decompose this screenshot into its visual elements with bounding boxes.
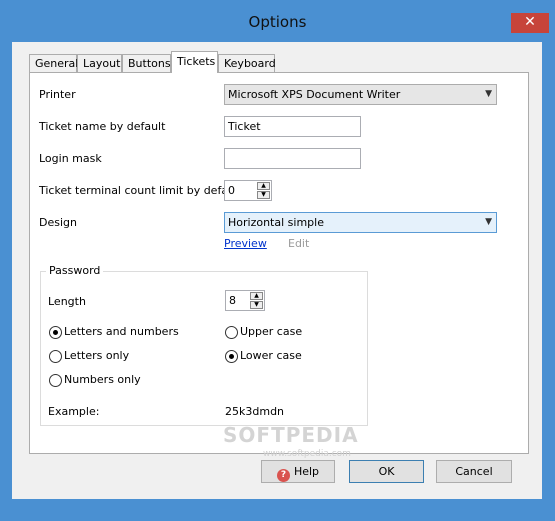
password-group: Password Length 8 ▲ ▼ Letters and number… (40, 264, 368, 426)
tab-keyboard[interactable]: Keyboard (218, 54, 276, 72)
length-stepper[interactable]: 8 ▲ ▼ (225, 290, 265, 311)
ticket-name-label: Ticket name by default (39, 120, 166, 133)
close-icon: ✕ (524, 14, 536, 30)
tab-label: Buttons (128, 57, 171, 70)
design-select[interactable]: Horizontal simple ▼ (224, 212, 497, 233)
radio-indicator (225, 350, 238, 363)
help-button-label: Help (293, 465, 320, 478)
radio-indicator (49, 350, 62, 363)
tab-label: Layout (83, 57, 121, 70)
example-label: Example: (48, 405, 100, 418)
spin-down-icon[interactable]: ▼ (257, 191, 270, 199)
title-bar[interactable]: Options ✕ (0, 0, 555, 42)
example-value: 25k3dmdn (225, 405, 285, 418)
radio-label: Numbers only (64, 373, 141, 386)
length-value: 8 (229, 294, 236, 307)
tab-label: Tickets (177, 55, 216, 68)
ok-button-label: OK (378, 465, 395, 478)
dialog-client: General Layout Buttons Tickets Keyboard … (12, 42, 542, 499)
design-select-value: Horizontal simple (228, 216, 324, 229)
tab-label: General (35, 57, 79, 70)
help-button[interactable]: ? Help (261, 460, 335, 483)
radio-label: Letters only (64, 349, 130, 362)
login-mask-label: Login mask (39, 152, 102, 165)
count-limit-stepper[interactable]: 0 ▲ ▼ (224, 180, 272, 201)
spin-buttons: ▲ ▼ (250, 292, 263, 309)
cancel-button[interactable]: Cancel (436, 460, 512, 483)
close-button[interactable]: ✕ (511, 13, 549, 33)
tab-layout[interactable]: Layout (77, 54, 122, 72)
printer-select-value: Microsoft XPS Document Writer (228, 88, 401, 101)
spin-up-icon[interactable]: ▲ (257, 182, 270, 190)
tab-general[interactable]: General (29, 54, 79, 72)
radio-indicator (225, 326, 238, 339)
tab-label: Keyboard (224, 57, 276, 70)
count-limit-label: Ticket terminal count limit by default (39, 184, 243, 197)
watermark-url: www.softpedia.com (263, 449, 351, 459)
login-mask-input[interactable] (224, 148, 361, 169)
spin-down-icon[interactable]: ▼ (250, 301, 263, 309)
help-icon: ? (276, 469, 290, 482)
tab-tickets[interactable]: Tickets (171, 51, 218, 73)
radio-label: Letters and numbers (64, 325, 179, 338)
window-title: Options (248, 13, 307, 31)
preview-link[interactable]: Preview (224, 237, 267, 250)
count-limit-value: 0 (228, 184, 235, 197)
radio-indicator (49, 326, 62, 339)
chevron-down-icon: ▼ (485, 89, 492, 99)
tickets-panel: Printer Microsoft XPS Document Writer ▼ … (29, 72, 529, 459)
password-group-title: Password (46, 264, 104, 277)
chevron-down-icon: ▼ (485, 217, 492, 227)
tab-buttons[interactable]: Buttons (122, 54, 171, 72)
design-label: Design (39, 216, 77, 229)
printer-select[interactable]: Microsoft XPS Document Writer ▼ (224, 84, 497, 105)
radio-label: Lower case (240, 349, 302, 362)
length-label: Length (48, 295, 86, 308)
window-frame: Options ✕ General Layout Buttons Tickets… (0, 0, 555, 521)
ok-button[interactable]: OK (349, 460, 424, 483)
printer-label: Printer (39, 88, 76, 101)
spin-up-icon[interactable]: ▲ (250, 292, 263, 300)
ticket-name-input[interactable]: Ticket (224, 116, 361, 137)
spin-buttons: ▲ ▼ (257, 182, 270, 199)
radio-label: Upper case (240, 325, 303, 338)
cancel-button-label: Cancel (455, 465, 493, 478)
edit-link: Edit (288, 237, 310, 250)
radio-indicator (49, 374, 62, 387)
watermark: SOFTPEDIA (223, 423, 359, 447)
